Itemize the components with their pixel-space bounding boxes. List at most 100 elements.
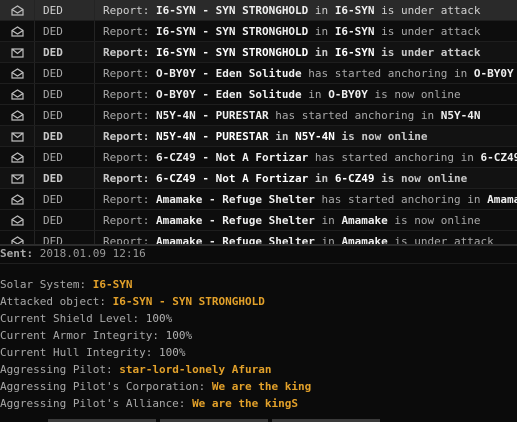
subject-highlight: 6-CZ49 - Not A Fortizar bbox=[155, 150, 309, 164]
mail-row[interactable]: DED Report: O-BY0Y - Eden Solitude has st… bbox=[0, 63, 517, 84]
mail-sender: DED bbox=[35, 63, 95, 83]
subject-text: in bbox=[308, 3, 335, 17]
report-field: Aggressing Pilot's Corporation: We are t… bbox=[0, 378, 517, 395]
mail-row[interactable]: DED Report: Amamake - Refuge Shelter has … bbox=[0, 189, 517, 210]
subject-highlight: Amamake - Refuge Shelter bbox=[155, 213, 315, 227]
mail-row[interactable]: DED Report: I6-SYN - SYN STRONGHOLD in I6… bbox=[0, 42, 517, 63]
subject-text: Report: bbox=[103, 213, 156, 227]
subject-text: Report: bbox=[103, 129, 156, 143]
subject-highlight: O-BY0Y - Eden Solitude bbox=[155, 66, 302, 80]
subject-text: is under attack bbox=[374, 3, 481, 17]
subject-text: is now online bbox=[374, 171, 468, 185]
report-field: Solar System: I6-SYN bbox=[0, 276, 517, 293]
field-value[interactable]: I6-SYN - SYN STRONGHOLD bbox=[113, 295, 265, 308]
subject-text: Report: bbox=[103, 3, 156, 17]
report-field: Current Shield Level: 100% bbox=[0, 310, 517, 327]
mail-sender: DED bbox=[35, 189, 95, 209]
subject-highlight: Amamake bbox=[341, 213, 388, 227]
field-label: Current Hull Integrity: bbox=[0, 346, 159, 359]
mail-detail-pane: Sent: 2018.01.09 12:16 Solar System: I6-… bbox=[0, 247, 517, 422]
mail-sender: DED bbox=[35, 105, 95, 125]
report-field: Current Hull Integrity: 100% bbox=[0, 344, 517, 361]
envelope-open-icon bbox=[0, 210, 35, 230]
mail-row[interactable]: DED Report: Amamake - Refuge Shelter in A… bbox=[0, 210, 517, 231]
envelope-open-icon bbox=[0, 21, 35, 41]
subject-text: is now online bbox=[367, 87, 461, 101]
subject-highlight: 6-CZ49 bbox=[480, 150, 517, 164]
subject-highlight: Amamake bbox=[487, 192, 517, 206]
mail-sender: DED bbox=[35, 210, 95, 230]
mail-row[interactable]: DED Report: I6-SYN - SYN STRONGHOLD in I6… bbox=[0, 0, 517, 21]
subject-highlight: I6-SYN bbox=[334, 3, 375, 17]
mail-row[interactable]: DED Report: O-BY0Y - Eden Solitude in O-B… bbox=[0, 84, 517, 105]
mail-subject: Report: N5Y-4N - PURESTAR in N5Y-4N is n… bbox=[95, 130, 517, 143]
envelope-open-icon bbox=[0, 0, 35, 20]
subject-text: in bbox=[314, 234, 342, 245]
subject-highlight: I6-SYN - SYN STRONGHOLD bbox=[155, 24, 309, 38]
mail-row[interactable]: DED Report: I6-SYN - SYN STRONGHOLD in I6… bbox=[0, 21, 517, 42]
envelope-icon bbox=[0, 168, 35, 188]
subject-text: Report: bbox=[103, 24, 156, 38]
subject-highlight: Amamake - Refuge Shelter bbox=[155, 192, 315, 206]
field-label: Attacked object: bbox=[0, 295, 113, 308]
subject-highlight: N5Y-4N - PURESTAR bbox=[155, 108, 269, 122]
field-value[interactable]: We are the kingS bbox=[192, 397, 298, 410]
field-value[interactable]: We are the king bbox=[212, 380, 311, 393]
mail-body: Solar System: I6-SYN Attacked object: I6-… bbox=[0, 264, 517, 412]
subject-text: has started anchoring in bbox=[314, 192, 488, 206]
report-field: Attacked object: I6-SYN - SYN STRONGHOLD bbox=[0, 293, 517, 310]
mail-row[interactable]: DED Report: N5Y-4N - PURESTAR has started… bbox=[0, 105, 517, 126]
mail-subject: Report: N5Y-4N - PURESTAR has started an… bbox=[95, 109, 517, 122]
envelope-icon bbox=[0, 42, 35, 62]
subject-text: has started anchoring in bbox=[308, 150, 481, 164]
subject-text: in bbox=[308, 45, 335, 59]
report-field: Aggressing Pilot's Alliance: We are the … bbox=[0, 395, 517, 412]
subject-text: Report: bbox=[103, 45, 156, 59]
mail-row[interactable]: DED Report: 6-CZ49 - Not A Fortizar has s… bbox=[0, 147, 517, 168]
subject-highlight: I6-SYN - SYN STRONGHOLD bbox=[155, 45, 309, 59]
subject-highlight: 6-CZ49 bbox=[334, 171, 375, 185]
subject-highlight: N5Y-4N - PURESTAR bbox=[155, 129, 269, 143]
subject-text: in bbox=[268, 129, 296, 143]
sent-value: 2018.01.09 12:16 bbox=[39, 247, 146, 260]
field-value: 100% bbox=[165, 329, 193, 342]
subject-text: Report: bbox=[103, 171, 156, 185]
field-value: 100% bbox=[145, 312, 173, 325]
envelope-open-icon bbox=[0, 189, 35, 209]
field-label: Aggressing Pilot's Corporation: bbox=[0, 380, 212, 393]
field-label: Aggressing Pilot's Alliance: bbox=[0, 397, 193, 410]
mail-row[interactable]: DED Report: N5Y-4N - PURESTAR in N5Y-4N i… bbox=[0, 126, 517, 147]
subject-highlight: Amamake - Refuge Shelter bbox=[155, 234, 315, 245]
mail-sender: DED bbox=[35, 126, 95, 146]
subject-text: in bbox=[308, 24, 335, 38]
mail-sender: DED bbox=[35, 0, 95, 20]
mail-subject: Report: I6-SYN - SYN STRONGHOLD in I6-SY… bbox=[95, 46, 517, 59]
field-value: 100% bbox=[158, 346, 186, 359]
subject-text: Report: bbox=[103, 192, 156, 206]
pane-divider[interactable] bbox=[0, 244, 517, 246]
subject-text: has started anchoring in bbox=[268, 108, 441, 122]
subject-highlight: O-BY0Y - Eden Solitude bbox=[155, 87, 302, 101]
envelope-open-icon bbox=[0, 147, 35, 167]
mail-row[interactable]: DED Report: Amamake - Refuge Shelter in A… bbox=[0, 231, 517, 244]
subject-text: in bbox=[308, 171, 335, 185]
report-field: Aggressing Pilot: star-lord-lonely Afura… bbox=[0, 361, 517, 378]
subject-text: is now online bbox=[334, 129, 428, 143]
field-value[interactable]: I6-SYN bbox=[93, 278, 133, 291]
subject-text: is under attack bbox=[374, 24, 481, 38]
mail-sender: DED bbox=[35, 168, 95, 188]
field-label: Current Armor Integrity: bbox=[0, 329, 166, 342]
mail-row[interactable]: DED Report: 6-CZ49 - Not A Fortizar in 6-… bbox=[0, 168, 517, 189]
mail-sender: DED bbox=[35, 42, 95, 62]
mail-subject: Report: O-BY0Y - Eden Solitude in O-BY0Y… bbox=[95, 88, 517, 101]
subject-highlight: O-BY0Y bbox=[328, 87, 368, 101]
sent-label: Sent: bbox=[0, 247, 34, 260]
envelope-open-icon bbox=[0, 231, 35, 244]
field-value[interactable]: star-lord-lonely Afuran bbox=[119, 363, 271, 376]
subject-text: Report: bbox=[103, 66, 156, 80]
sent-line: Sent: 2018.01.09 12:16 bbox=[0, 247, 517, 261]
subject-text: in bbox=[314, 213, 342, 227]
field-label: Aggressing Pilot: bbox=[0, 363, 120, 376]
mail-subject: Report: Amamake - Refuge Shelter in Amam… bbox=[95, 214, 517, 227]
subject-text: is under attack bbox=[374, 45, 481, 59]
